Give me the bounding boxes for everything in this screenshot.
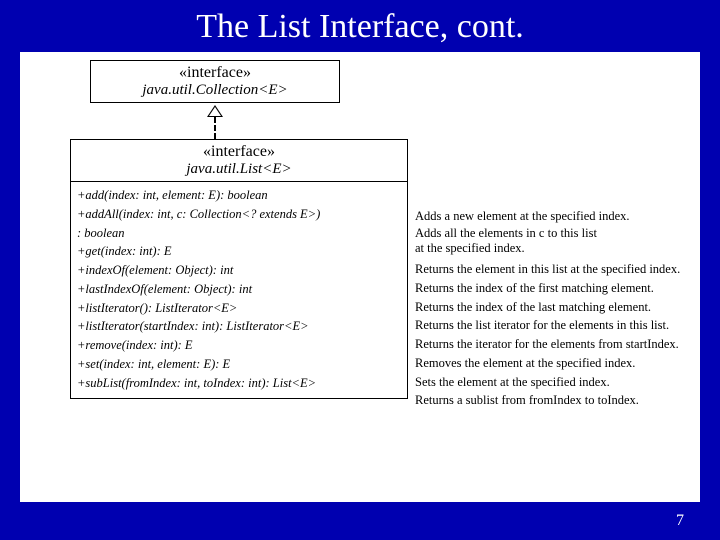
method-signature: +add(index: int, element: E): boolean xyxy=(77,186,401,205)
diagram-panel: «interface» java.util.Collection<E> «int… xyxy=(20,52,700,502)
method-signature: +get(index: int): E xyxy=(77,242,401,261)
page-number: 7 xyxy=(676,512,684,530)
method-signature: +indexOf(element: Object): int xyxy=(77,261,401,280)
method-signature: +lastIndexOf(element: Object): int xyxy=(77,280,401,299)
method-description: Returns a sublist from fromIndex to toIn… xyxy=(415,391,680,410)
list-stereotype: «interface» xyxy=(71,143,407,161)
method-list: +add(index: int, element: E): boolean+ad… xyxy=(71,182,407,398)
method-description: Returns the index of the last matching e… xyxy=(415,298,680,317)
slide-title: The List Interface, cont. xyxy=(0,0,720,52)
list-classname: java.util.List<E> xyxy=(71,161,407,178)
method-description: Adds all the elements in c to this lista… xyxy=(415,226,680,257)
method-signature: : boolean xyxy=(77,224,401,243)
uml-list-box: «interface» java.util.List<E> +add(index… xyxy=(70,139,408,399)
method-description: Returns the element in this list at the … xyxy=(415,260,680,279)
method-signature: +set(index: int, element: E): E xyxy=(77,355,401,374)
method-description: Sets the element at the specified index. xyxy=(415,373,680,392)
description-column: Adds a new element at the specified inde… xyxy=(415,207,680,410)
method-description: Returns the iterator for the elements fr… xyxy=(415,335,680,354)
parent-stereotype: «interface» xyxy=(91,64,339,82)
uml-list-header: «interface» java.util.List<E> xyxy=(71,140,407,182)
method-signature: +remove(index: int): E xyxy=(77,336,401,355)
method-signature: +listIterator(startIndex: int): ListIter… xyxy=(77,317,401,336)
method-signature: +addAll(index: int, c: Collection<? exte… xyxy=(77,205,401,224)
method-signature: +listIterator(): ListIterator<E> xyxy=(77,299,401,318)
parent-classname: java.util.Collection<E> xyxy=(91,82,339,99)
method-description: Returns the list iterator for the elemen… xyxy=(415,316,680,335)
uml-parent-box: «interface» java.util.Collection<E> xyxy=(90,60,340,103)
method-signature: +subList(fromIndex: int, toIndex: int): … xyxy=(77,374,401,393)
method-description: Adds a new element at the specified inde… xyxy=(415,207,680,226)
inheritance-arrow xyxy=(90,103,340,139)
method-description: Removes the element at the specified ind… xyxy=(415,354,680,373)
method-description: Returns the index of the first matching … xyxy=(415,279,680,298)
